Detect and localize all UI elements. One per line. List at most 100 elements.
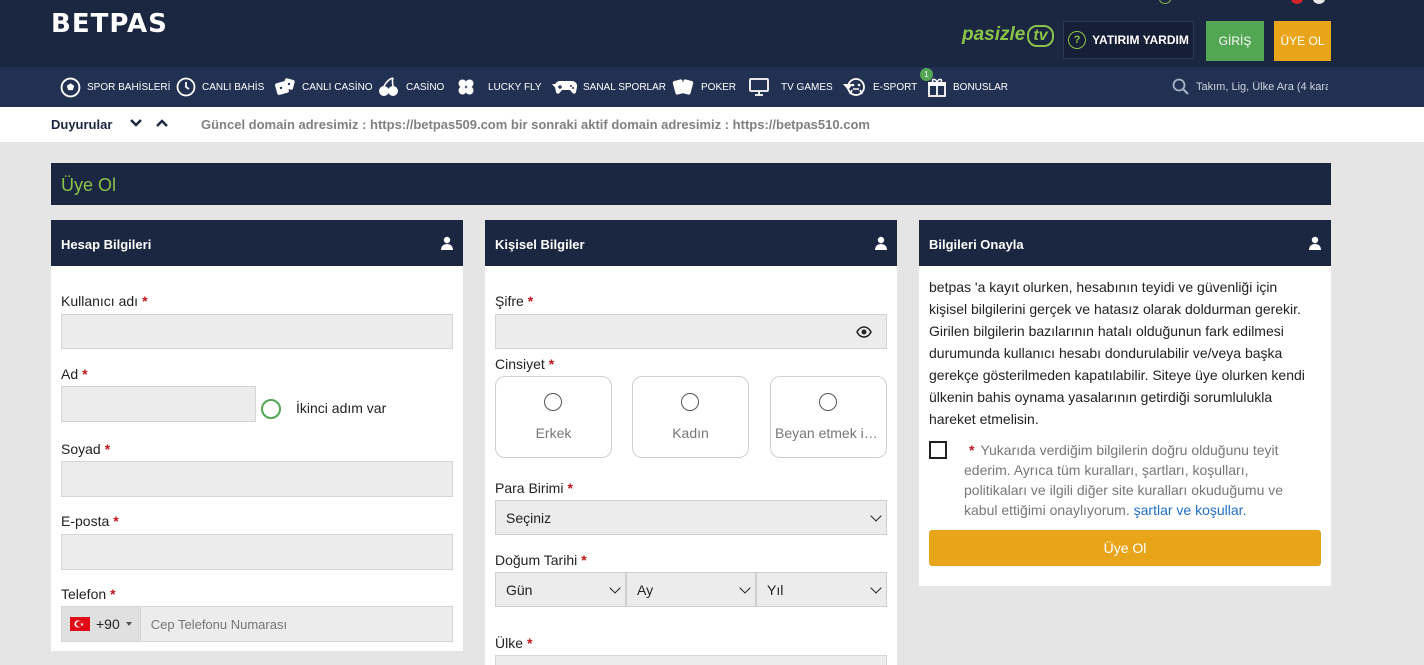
search-input[interactable]: [1196, 81, 1328, 93]
nav-label: E-SPORT: [873, 81, 918, 93]
required-mark: *: [969, 442, 975, 458]
signup-submit-button[interactable]: Üye Ol: [929, 530, 1321, 566]
name-input[interactable]: [62, 387, 255, 421]
search-icon[interactable]: [1172, 78, 1190, 96]
gender-option-label: Beyan etmek istemiyorum: [775, 425, 886, 441]
user-icon: [875, 236, 887, 250]
clover-icon: [458, 79, 474, 95]
chevron-down-icon: [870, 581, 882, 594]
signup-button[interactable]: ÜYE OL: [1274, 21, 1331, 61]
language-flag-icon[interactable]: [1313, 0, 1325, 4]
announcement-arrows: [129, 117, 169, 129]
radio-icon: [819, 393, 837, 411]
nav-label: LUCKY FLY: [488, 81, 542, 93]
username-input[interactable]: [62, 315, 452, 348]
surname-input[interactable]: [62, 462, 452, 496]
password-label: Şifre *: [495, 293, 534, 309]
announcements-title: Duyurular: [51, 117, 113, 132]
nav-label: CANLI CASİNO: [302, 81, 373, 93]
phone-input[interactable]: [140, 607, 452, 641]
currency-select[interactable]: Seçiniz: [495, 500, 887, 535]
gift-icon: [928, 78, 946, 97]
confirm-info-panel: Bilgileri Onayla betpas 'a kayıt olurken…: [919, 220, 1331, 586]
panel-title: Hesap Bilgileri: [61, 237, 152, 252]
dice-icon: [275, 78, 295, 95]
nav-item-casino[interactable]: CASİNO: [378, 67, 444, 107]
eye-icon[interactable]: [856, 326, 872, 338]
password-input[interactable]: [496, 315, 886, 348]
password-field[interactable]: [495, 314, 887, 349]
pasizle-tv-logo[interactable]: pasizle tv: [962, 24, 1054, 47]
pasizle-tv-label: tv: [1027, 25, 1054, 47]
announcement-bar: Duyurular Güncel domain adresimiz : http…: [0, 107, 1424, 142]
nav-item-tv-games[interactable]: TV GAMES: [749, 67, 853, 107]
username-label: Kullanıcı adı *: [61, 293, 148, 309]
gender-option-label: Kadın: [672, 425, 709, 441]
pasizle-label: pasizle: [962, 24, 1026, 45]
turkey-flag-icon: [70, 617, 90, 631]
nav-item-live-casino[interactable]: CANLI CASİNO: [274, 67, 373, 107]
nav-label: SANAL SPORLAR: [583, 81, 666, 93]
nav-item-live-bet[interactable]: CANLI BAHİS: [176, 67, 264, 107]
nav-label: POKER: [701, 81, 737, 93]
nav-item-poker[interactable]: POKER: [671, 67, 736, 107]
nav-item-esport[interactable]: E-SPORT: [845, 67, 917, 107]
page-title: Üye Ol: [61, 175, 117, 195]
currency-label: Para Birimi *: [495, 480, 573, 496]
birth-date-label: Doğum Tarihi *: [495, 552, 587, 568]
email-label: E-posta *: [61, 513, 119, 529]
panel-header: Kişisel Bilgiler: [485, 220, 897, 266]
terms-text: * Yukarıda verdiğim bilgilerin doğru oldu…: [964, 442, 1284, 518]
birth-day-select[interactable]: Gün: [495, 572, 626, 607]
question-icon: ?: [1068, 31, 1087, 49]
login-button[interactable]: GİRİŞ: [1206, 21, 1264, 61]
chevron-down-icon[interactable]: [129, 117, 143, 129]
second-name-radio[interactable]: [261, 399, 281, 419]
username-field[interactable]: [61, 314, 453, 349]
notification-icon[interactable]: [1291, 0, 1303, 4]
chevron-down-icon: [870, 509, 882, 522]
radio-icon: [544, 393, 562, 411]
announcement-text: Güncel domain adresimiz : https://betpas…: [201, 117, 870, 132]
radio-icon: [681, 393, 699, 411]
birth-month-select[interactable]: Ay: [626, 572, 756, 607]
site-logo[interactable]: BETPAS: [51, 9, 168, 39]
nav-item-lucky-fly[interactable]: LUCKY FLY: [456, 67, 562, 107]
monitor-icon: [749, 78, 769, 96]
nav-item-virtual-sports[interactable]: SANAL SPORLAR: [555, 67, 666, 107]
account-info-panel: Hesap Bilgileri Kullanıcı adı * Ad * İkinc…: [51, 220, 463, 651]
terms-checkbox[interactable]: [929, 441, 947, 459]
country-code-selector[interactable]: +90: [62, 607, 141, 641]
cards-icon: [672, 79, 694, 95]
nav-label: BONUSLAR: [953, 81, 1009, 93]
user-icon: [441, 236, 453, 250]
page-title-bar: Üye Ol: [51, 163, 1331, 205]
phone-field[interactable]: +90: [61, 606, 453, 642]
name-field[interactable]: [61, 386, 256, 422]
deposit-help-button[interactable]: ? YATIRIM YARDIM: [1063, 21, 1194, 59]
email-field[interactable]: [61, 534, 453, 570]
panel-title: Kişisel Bilgiler: [495, 237, 585, 252]
nav-search[interactable]: [1172, 67, 1328, 107]
cherries-icon: [379, 77, 398, 96]
nav-label: CANLI BAHİS: [202, 81, 265, 93]
gender-option-unspecified[interactable]: Beyan etmek istemiyorum: [770, 376, 887, 458]
terms-link[interactable]: şartlar ve koşullar.: [1134, 502, 1247, 518]
nav-item-bonuses[interactable]: BONUSLAR: [927, 67, 1008, 107]
gender-option-male[interactable]: Erkek: [495, 376, 612, 458]
phone-label: Telefon *: [61, 586, 116, 602]
surname-field[interactable]: [61, 461, 453, 497]
gender-option-female[interactable]: Kadın: [632, 376, 749, 458]
name-label: Ad *: [61, 366, 88, 382]
user-icon: [1309, 236, 1321, 250]
chevron-down-icon: [739, 581, 751, 594]
country-select[interactable]: [495, 655, 887, 665]
second-name-label[interactable]: İkinci adım var: [296, 400, 386, 416]
nav-label: SPOR BAHİSLERİ: [87, 81, 171, 93]
birth-day-value: Gün: [506, 581, 533, 598]
nav-item-sports[interactable]: SPOR BAHİSLERİ: [60, 67, 170, 107]
birth-year-select[interactable]: Yıl: [756, 572, 887, 607]
email-input[interactable]: [62, 535, 452, 569]
chevron-up-icon[interactable]: [155, 117, 169, 129]
online-indicator-icon: [1159, 0, 1171, 4]
